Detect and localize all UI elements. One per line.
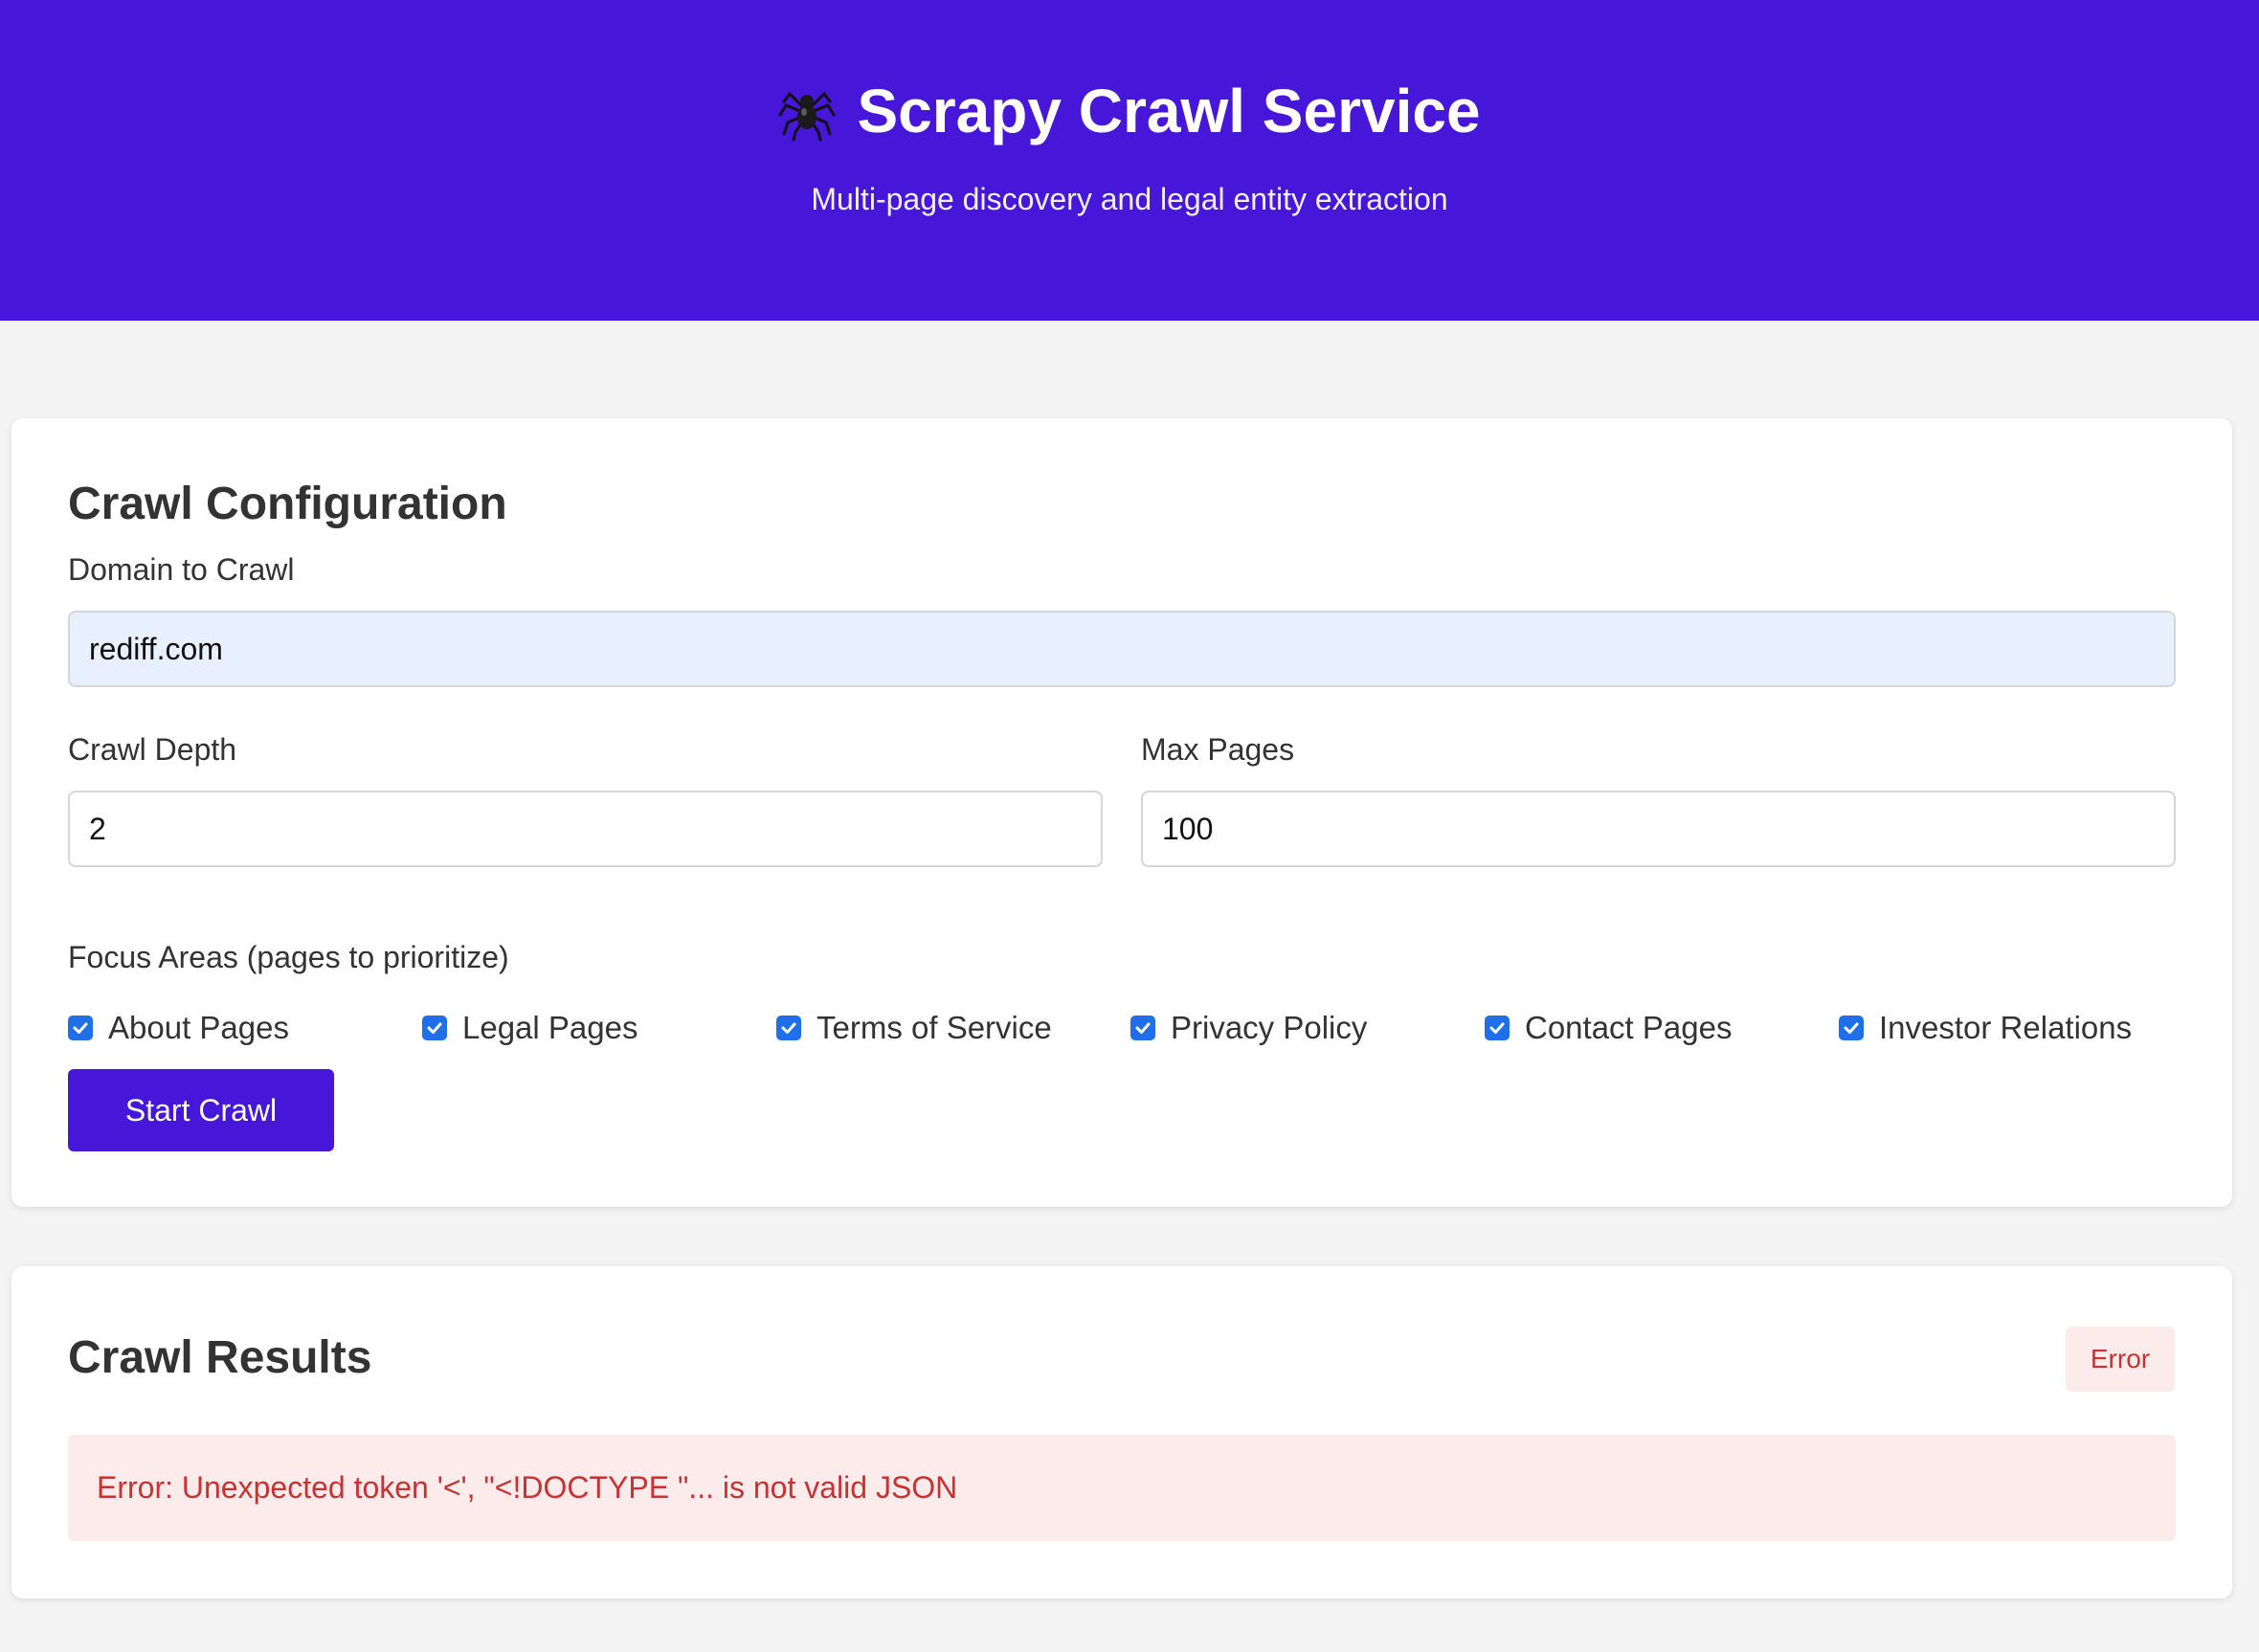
checkbox-label: Contact Pages <box>1525 1010 1733 1045</box>
checkbox-label: Investor Relations <box>1879 1010 2133 1045</box>
focus-checkbox-legal[interactable]: Legal Pages <box>422 1004 637 1052</box>
max-pages-input[interactable]: 100 <box>1141 791 2176 867</box>
section-title: Crawl Configuration <box>68 479 507 529</box>
focus-areas-label: Focus Areas (pages to prioritize) <box>68 940 509 974</box>
crawl-depth-label: Crawl Depth <box>68 732 237 767</box>
start-crawl-button[interactable]: Start Crawl <box>68 1069 334 1151</box>
crawl-results-card: Crawl Results Error Error: Unexpected to… <box>11 1266 2232 1598</box>
status-badge: Error <box>2066 1327 2175 1392</box>
spider-icon <box>778 91 836 142</box>
checkbox-label: Terms of Service <box>816 1010 1052 1045</box>
error-message: Error: Unexpected token '<', "<!DOCTYPE … <box>68 1435 2176 1541</box>
checkbox-label: Privacy Policy <box>1171 1010 1368 1045</box>
focus-areas-group: About Pages Legal Pages Terms of Service… <box>68 1004 2193 1052</box>
checkbox-checked-icon[interactable] <box>776 1016 801 1040</box>
checkbox-label: About Pages <box>108 1010 289 1045</box>
max-pages-label: Max Pages <box>1141 732 1295 767</box>
focus-checkbox-investor[interactable]: Investor Relations <box>1839 1004 2132 1052</box>
checkbox-checked-icon[interactable] <box>422 1016 447 1040</box>
app-title: Scrapy Crawl Service <box>857 77 1481 145</box>
focus-checkbox-contact[interactable]: Contact Pages <box>1485 1004 1732 1052</box>
checkbox-label: Legal Pages <box>462 1010 638 1045</box>
crawl-configuration-card: Crawl Configuration Domain to Crawl redi… <box>11 418 2232 1207</box>
results-title: Crawl Results <box>68 1332 372 1383</box>
page-subtitle: Multi-page discovery and legal entity ex… <box>811 182 1448 216</box>
checkbox-checked-icon[interactable] <box>1485 1016 1510 1040</box>
focus-checkbox-terms[interactable]: Terms of Service <box>776 1004 1052 1052</box>
checkbox-checked-icon[interactable] <box>68 1016 93 1040</box>
focus-checkbox-about[interactable]: About Pages <box>68 1004 289 1052</box>
crawl-depth-input[interactable]: 2 <box>68 791 1103 867</box>
focus-checkbox-privacy[interactable]: Privacy Policy <box>1130 1004 1367 1052</box>
page-header: Scrapy Crawl Service Multi-page discover… <box>0 0 2259 321</box>
checkbox-checked-icon[interactable] <box>1130 1016 1155 1040</box>
checkbox-checked-icon[interactable] <box>1839 1016 1864 1040</box>
domain-label: Domain to Crawl <box>68 552 295 587</box>
page-title: Scrapy Crawl Service <box>0 69 2259 153</box>
domain-input[interactable]: rediff.com <box>68 611 2176 687</box>
